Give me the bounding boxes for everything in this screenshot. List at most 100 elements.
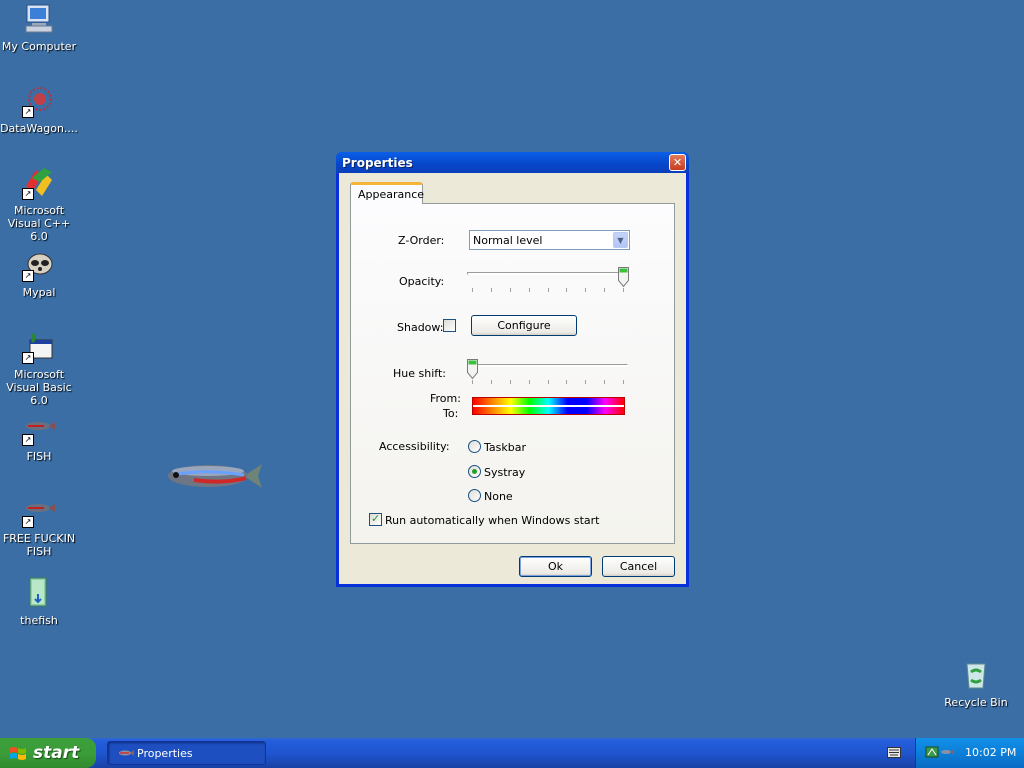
slider-tick (491, 380, 492, 384)
zorder-label: Z-Order: (398, 234, 445, 247)
recycle-bin-icon (959, 658, 993, 692)
hue-gradient-preview (472, 397, 625, 415)
ok-button[interactable]: Ok (519, 556, 592, 577)
hue-shift-slider-thumb[interactable] (467, 359, 478, 380)
taskbar: start Properties 10:02 PM (0, 738, 1024, 768)
computer-icon (22, 2, 56, 36)
fish-animation (164, 456, 264, 496)
window-title: Properties (342, 156, 413, 170)
close-icon: ✕ (672, 156, 683, 169)
taskbar-item-label: Properties (137, 747, 193, 760)
start-label: start (33, 743, 80, 763)
window-titlebar[interactable]: Properties ✕ (336, 152, 689, 173)
slider-tick (604, 380, 605, 384)
hue-from-label: From: (430, 392, 461, 405)
window-client: Appearance Z-Order: Normal level ▼ Opaci… (339, 173, 686, 584)
slider-tick (623, 380, 624, 384)
shortcut-arrow-icon: ↗ (22, 106, 34, 118)
fish-icon: ↗ (22, 412, 56, 446)
keyboard-icon[interactable] (887, 747, 901, 758)
slider-tick (585, 380, 586, 384)
desktop-icon-thefish[interactable]: thefish (0, 576, 78, 627)
tray-app-icon[interactable] (925, 745, 939, 759)
properties-window: Properties ✕ Appearance Z-Order: Normal … (336, 152, 689, 587)
tab-appearance[interactable]: Appearance (350, 182, 425, 204)
opacity-slider-track[interactable] (467, 272, 628, 275)
zorder-select[interactable]: Normal level ▼ (469, 230, 630, 250)
desktop-icon-datawagon[interactable]: ↗ DataWagon.... (0, 84, 78, 135)
desktop-icon-free-fish[interactable]: ↗ FREE FUCKIN FISH (0, 494, 78, 558)
fish-icon (119, 750, 134, 756)
hue-to-label: To: (443, 407, 459, 420)
slider-tick (548, 380, 549, 384)
cancel-button[interactable]: Cancel (602, 556, 675, 577)
desktop-icon-label: FREE FUCKIN FISH (2, 532, 76, 558)
radio-systray-label[interactable]: Systray (484, 466, 525, 479)
desktop-icon-label: My Computer (1, 40, 77, 53)
radio-none[interactable] (468, 489, 481, 502)
shadow-label: Shadow: (397, 321, 444, 334)
slider-tick (548, 288, 549, 292)
slider-tick (491, 288, 492, 292)
autorun-label[interactable]: Run automatically when Windows start (385, 514, 600, 527)
slider-tick (604, 288, 605, 292)
radio-taskbar-label[interactable]: Taskbar (484, 441, 526, 454)
tab-panel: Z-Order: Normal level ▼ Opacity: Shadow:… (350, 203, 675, 544)
desktop-icon-my-computer[interactable]: My Computer (0, 2, 78, 53)
configure-button[interactable]: Configure (471, 315, 577, 336)
autorun-checkbox[interactable]: ✓ (369, 512, 382, 526)
desktop-icon-fish[interactable]: ↗ FISH (0, 412, 78, 463)
checkmark-icon: ✓ (371, 512, 381, 525)
desktop-icon-label: Recycle Bin (944, 696, 1008, 709)
mypal-icon: ↗ (22, 248, 56, 282)
slider-tick (585, 288, 586, 292)
system-tray: 10:02 PM (915, 738, 1024, 768)
zorder-value: Normal level (473, 234, 543, 247)
shadow-checkbox[interactable] (443, 319, 456, 332)
shortcut-arrow-icon: ↗ (22, 516, 34, 528)
visual-basic-icon: ↗ (22, 330, 56, 364)
desktop-icon-label: DataWagon.... (0, 122, 78, 135)
desktop-icon-label: Microsoft Visual Basic 6.0 (6, 368, 72, 407)
tab-label: Appearance (358, 188, 425, 201)
hue-shift-label: Hue shift: (393, 367, 446, 380)
accessibility-label: Accessibility: (379, 440, 450, 453)
start-button[interactable]: start (0, 738, 96, 768)
radio-systray[interactable] (468, 465, 481, 478)
slider-tick (472, 288, 473, 292)
desktop-icon-label: Microsoft Visual C++ 6.0 (7, 204, 71, 243)
desktop-icon-visual-cpp[interactable]: ↗ Microsoft Visual C++ 6.0 (0, 166, 78, 243)
radio-selected-dot (472, 469, 477, 474)
desktop-icon-label: Mypal (22, 286, 56, 299)
slider-tick (566, 380, 567, 384)
desktop-icon-label: thefish (20, 614, 58, 627)
opacity-label: Opacity: (399, 275, 445, 288)
folder-icon (22, 576, 56, 610)
opacity-slider-thumb[interactable] (618, 267, 629, 288)
shortcut-arrow-icon: ↗ (22, 352, 34, 364)
tray-fish-icon[interactable] (940, 748, 954, 756)
radio-none-label[interactable]: None (484, 490, 513, 503)
taskbar-item-properties[interactable]: Properties (107, 741, 266, 765)
desktop-icon-label: FISH (26, 450, 52, 463)
desktop-icon-mypal[interactable]: ↗ Mypal (0, 248, 78, 299)
slider-tick (566, 288, 567, 292)
desktop-icon-visual-basic[interactable]: ↗ Microsoft Visual Basic 6.0 (0, 330, 78, 407)
clock: 10:02 PM (965, 746, 1017, 759)
slider-tick (529, 288, 530, 292)
slider-tick (623, 288, 624, 292)
datawagon-icon: ↗ (22, 84, 56, 118)
fish-icon: ↗ (22, 494, 56, 528)
hue-shift-slider-track[interactable] (467, 364, 628, 367)
shortcut-arrow-icon: ↗ (22, 270, 34, 282)
close-button[interactable]: ✕ (669, 154, 686, 171)
slider-tick (529, 380, 530, 384)
visual-cpp-icon: ↗ (22, 166, 56, 200)
radio-taskbar[interactable] (468, 440, 481, 453)
chevron-down-icon[interactable]: ▼ (613, 232, 628, 248)
slider-tick (510, 288, 511, 292)
slider-tick (472, 380, 473, 384)
shortcut-arrow-icon: ↗ (22, 188, 34, 200)
desktop-icon-recycle-bin[interactable]: Recycle Bin (937, 658, 1015, 709)
slider-tick (510, 380, 511, 384)
